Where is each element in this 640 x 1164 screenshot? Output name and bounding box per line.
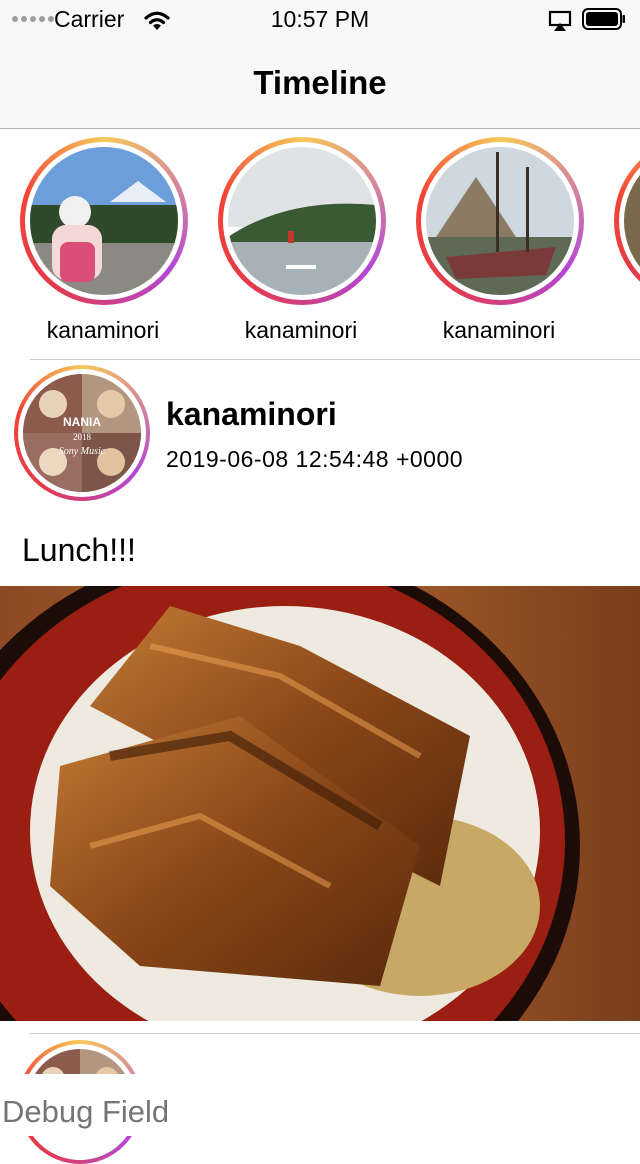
divider bbox=[30, 1033, 640, 1034]
navigation-bar: Timeline bbox=[0, 40, 640, 129]
post-caption: Lunch!!! bbox=[22, 532, 136, 568]
story-photo bbox=[426, 147, 574, 295]
debug-area bbox=[0, 1074, 640, 1136]
story-photo bbox=[228, 147, 376, 295]
airplay-icon bbox=[548, 10, 572, 31]
story-avatar[interactable] bbox=[614, 137, 640, 305]
post-username[interactable]: kanaminori bbox=[166, 396, 337, 433]
status-bar: Carrier 10:57 PM bbox=[0, 0, 640, 40]
battery-full-icon bbox=[582, 8, 625, 30]
story-item[interactable]: kanaminori bbox=[411, 137, 587, 347]
page-title: Timeline bbox=[253, 64, 387, 101]
status-time: 10:57 PM bbox=[270, 6, 370, 32]
debug-field-input[interactable] bbox=[2, 1094, 602, 1130]
avatar-text: NANIA bbox=[63, 415, 101, 429]
post-image[interactable] bbox=[0, 586, 640, 1021]
avatar-photo: NANIA 2018 Sony Music bbox=[23, 374, 141, 492]
stories-row[interactable]: kanaminori kanaminori kanaminori bbox=[0, 129, 640, 359]
post-avatar[interactable]: NANIA 2018 Sony Music bbox=[14, 365, 150, 501]
avatar-text: 2018 bbox=[73, 432, 92, 442]
story-username: kanaminori bbox=[244, 317, 358, 343]
story-photo bbox=[30, 147, 178, 295]
story-item[interactable]: kanaminori bbox=[213, 137, 389, 347]
story-item[interactable]: kanaminori bbox=[15, 137, 191, 347]
story-username: kanaminori bbox=[442, 317, 556, 343]
post-timestamp: 2019-06-08 12:54:48 +0000 bbox=[166, 446, 464, 472]
story-avatar[interactable] bbox=[416, 137, 584, 305]
story-avatar[interactable] bbox=[218, 137, 386, 305]
food-photo bbox=[0, 586, 640, 1021]
avatar-text: Sony Music bbox=[59, 446, 106, 457]
divider bbox=[30, 359, 640, 360]
story-username: kanaminori bbox=[46, 317, 160, 343]
story-item[interactable] bbox=[609, 137, 640, 347]
story-avatar[interactable] bbox=[20, 137, 188, 305]
